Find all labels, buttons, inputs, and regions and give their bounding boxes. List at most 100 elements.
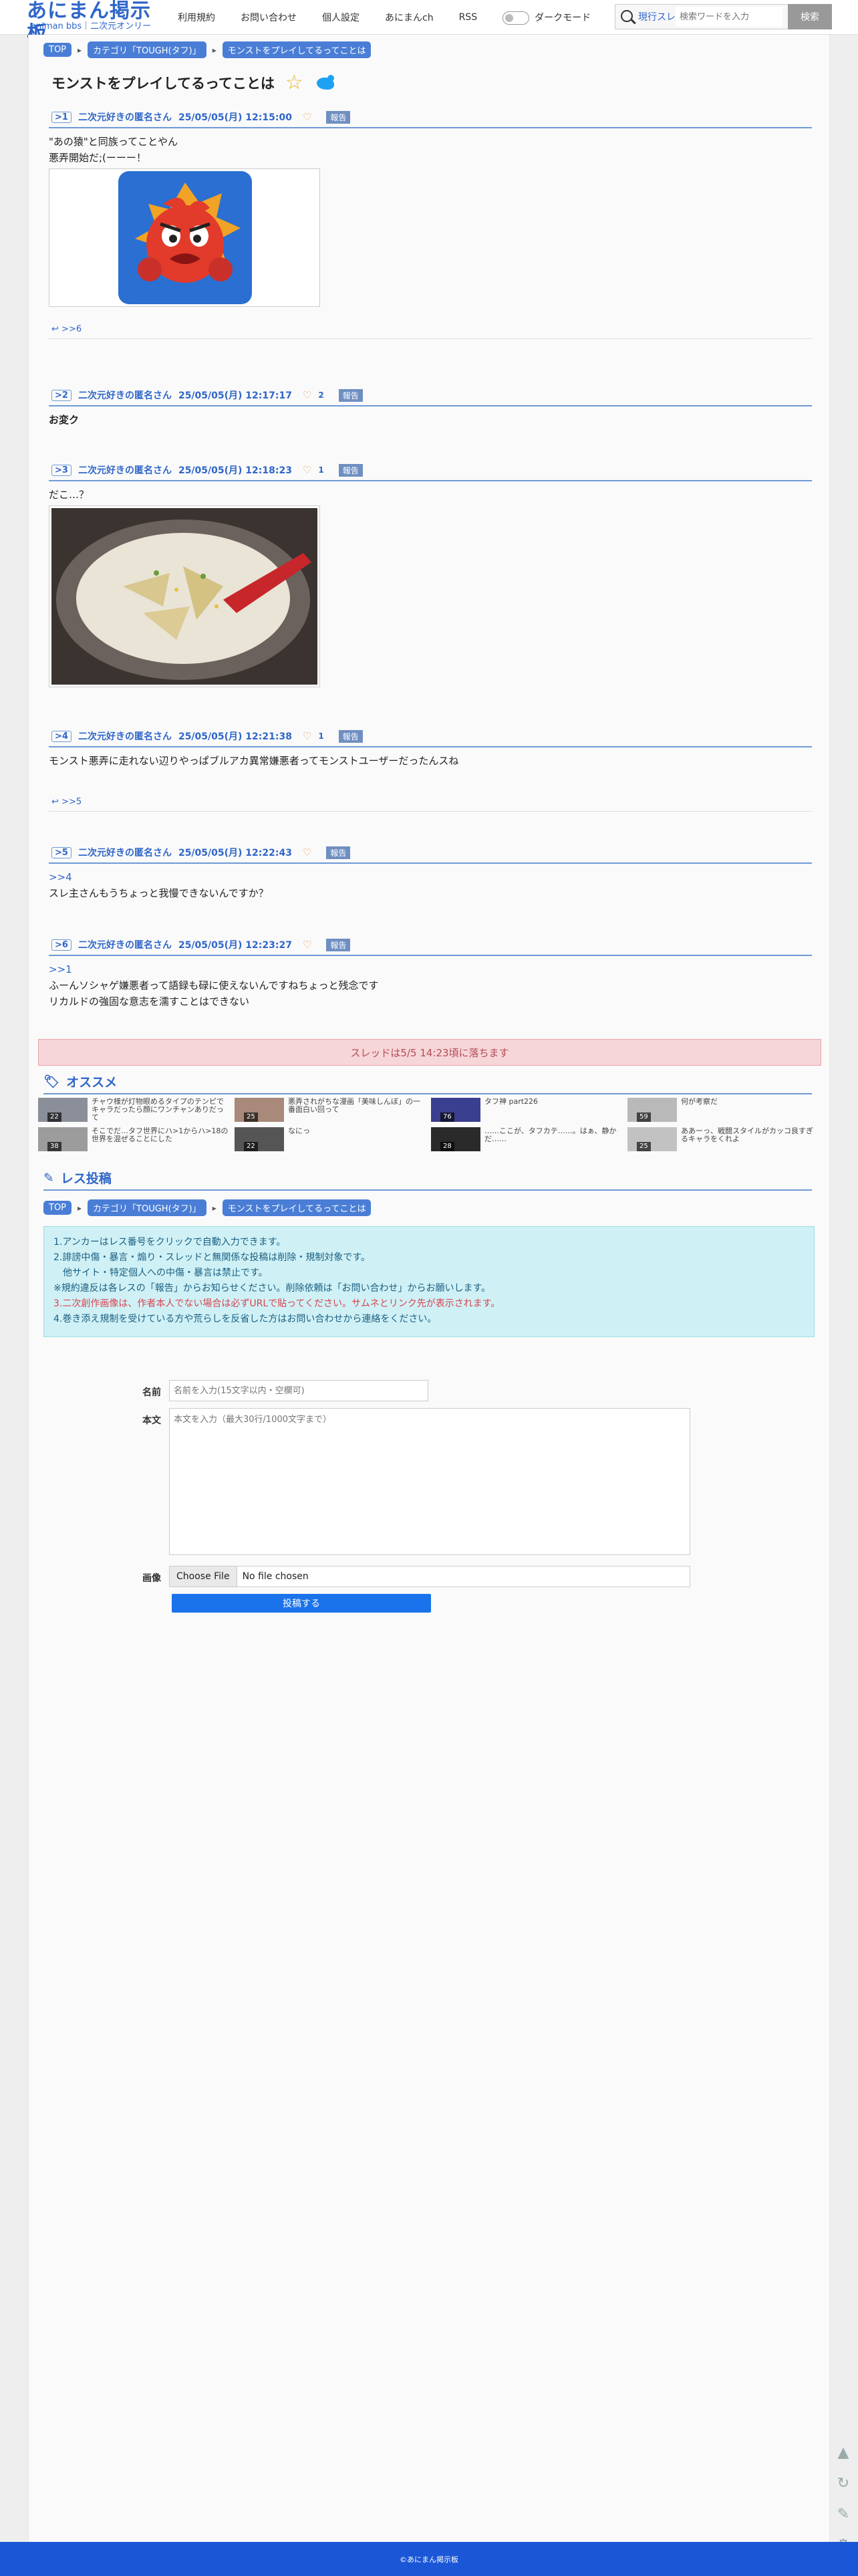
post-2: >2 二次元好きの匿名さん 25/05/05(月) 12:17:17 ♡ 2 報…	[49, 385, 812, 428]
post-date: 25/05/05(月) 12:17:17	[178, 390, 292, 401]
reply-anchor-link[interactable]: >>6	[61, 324, 82, 334]
reply-links: ↩ >>5	[49, 797, 812, 812]
recommend-item[interactable]: 22 チャウ様が灯物眼めるタイプのテンピでキャラだったら顔にワンチャンありだって	[38, 1098, 232, 1122]
rule-line: 3.二次創作画像は、作者本人でない場合は必ずURLで貼ってください。サムネとリン…	[53, 1298, 500, 1309]
search-button[interactable]: 検索	[788, 4, 832, 29]
image-file-input[interactable]: Choose File No file chosen	[169, 1566, 690, 1587]
report-button[interactable]: 報告	[326, 110, 351, 124]
comment-count: 22	[244, 1142, 258, 1151]
post-header: >1 二次元好きの匿名さん 25/05/05(月) 12:15:00 ♡ 報告	[49, 107, 812, 128]
post-body: "あの猿"と同族ってことやん 悪弄開始だ;(ーーー！	[49, 128, 812, 307]
breadcrumb-thread[interactable]: モンストをプレイしてるってことは	[222, 41, 372, 58]
reply-form-title: レス投稿	[60, 1171, 112, 1186]
recommend-item[interactable]: 28 ……ここが、タフカテ……。はぁ、静かだ……	[431, 1127, 625, 1151]
report-button[interactable]: 報告	[326, 938, 351, 951]
comment-count: 25	[244, 1113, 258, 1122]
like-heart-icon[interactable]: ♡	[303, 464, 311, 476]
scroll-top-icon[interactable]: ▲	[833, 2442, 854, 2463]
post-1: >1 二次元好きの匿名さん 25/05/05(月) 12:15:00 ♡ 報告 …	[49, 107, 812, 339]
like-heart-icon[interactable]: ♡	[303, 389, 311, 401]
search-icon	[615, 5, 638, 29]
dark-mode-label: ダークモード	[535, 12, 591, 23]
like-heart-icon[interactable]: ♡	[303, 111, 311, 123]
post-line: お変ク	[49, 414, 80, 426]
poster-name: 二次元好きの匿名さん	[78, 848, 172, 858]
report-button[interactable]: 報告	[338, 463, 363, 477]
nav-animanch[interactable]: あにまんch	[385, 11, 434, 24]
post-date: 25/05/05(月) 12:22:43	[178, 848, 292, 858]
poster-name: 二次元好きの匿名さん	[78, 112, 172, 123]
rule-line: 4.巻き添え規制を受けている方や荒らしを反省した方はお問い合わせから連絡をくださ…	[53, 1314, 437, 1324]
choose-file-button[interactable]: Choose File	[170, 1566, 237, 1587]
post-number[interactable]: >1	[51, 111, 72, 123]
search-input[interactable]	[676, 7, 782, 27]
like-count: 2	[318, 390, 324, 400]
reply-arrow-icon: ↩	[51, 797, 59, 807]
post-4: >4 二次元好きの匿名さん 25/05/05(月) 12:21:38 ♡ 1 報…	[49, 726, 812, 812]
like-heart-icon[interactable]: ♡	[303, 939, 311, 951]
nav-contact[interactable]: お問い合わせ	[241, 11, 297, 24]
body-textarea[interactable]	[169, 1408, 690, 1555]
report-button[interactable]: 報告	[338, 388, 363, 402]
site-logo[interactable]: あにまん掲示板 animan bbs｜二次元オンリー	[27, 0, 167, 45]
rule-line: 1.アンカーはレス番号をクリックで自動入力できます。	[53, 1237, 286, 1248]
nav-terms[interactable]: 利用規約	[178, 11, 215, 24]
recommend-text: タフ神 part226	[484, 1098, 539, 1106]
breadcrumb-top[interactable]: TOP	[43, 43, 72, 57]
post-number[interactable]: >5	[51, 846, 72, 858]
post-header: >3 二次元好きの匿名さん 25/05/05(月) 12:18:23 ♡ 1 報…	[49, 460, 812, 481]
toggle-switch[interactable]	[503, 11, 530, 25]
recommend-item[interactable]: 25 ああーっ、戦闘スタイルがカッコ良すぎるキャラをくれよ	[627, 1127, 821, 1151]
report-button[interactable]: 報告	[326, 846, 351, 859]
chevron-right-icon: ▸	[78, 1203, 82, 1213]
post-header: >2 二次元好きの匿名さん 25/05/05(月) 12:17:17 ♡ 2 報…	[49, 385, 812, 406]
name-input[interactable]	[169, 1380, 428, 1401]
breadcrumb-thread[interactable]: モンストをプレイしてるってことは	[222, 1199, 372, 1216]
post-line: モンスト悪弄に走れない辺りやっぱブルアカ異常嫌悪者ってモンストユーザーだったんス…	[49, 755, 459, 767]
post-number[interactable]: >6	[51, 939, 72, 951]
post-body: >>1 ふーんソシャゲ嫌悪者って語録も碌に使えないんですねちょっと残念です リカ…	[49, 956, 812, 1010]
reload-icon[interactable]: ↻	[833, 2472, 854, 2494]
page-title: モンストをプレイしてるってことは	[51, 75, 275, 92]
like-heart-icon[interactable]: ♡	[303, 730, 311, 742]
chevron-right-icon: ▸	[212, 45, 217, 55]
comment-count: 28	[440, 1142, 454, 1151]
recommend-item[interactable]: 76 タフ神 part226	[431, 1098, 625, 1122]
submit-button[interactable]: 投稿する	[172, 1594, 431, 1613]
post-image-food[interactable]	[49, 505, 320, 687]
breadcrumb-top[interactable]: TOP	[43, 1201, 72, 1215]
post-5: >5 二次元好きの匿名さん 25/05/05(月) 12:22:43 ♡ 報告 …	[49, 842, 812, 901]
like-count: 1	[318, 465, 324, 475]
post-line: ふーんソシャゲ嫌悪者って語録も碌に使えないんですねちょっと残念です	[49, 979, 379, 991]
name-label: 名前	[142, 1387, 161, 1398]
post-anchor-link[interactable]: >>4	[49, 869, 812, 885]
like-heart-icon[interactable]: ♡	[303, 846, 311, 858]
post-header: >5 二次元好きの匿名さん 25/05/05(月) 12:22:43 ♡ 報告	[49, 842, 812, 864]
post-anchor-link[interactable]: >>1	[49, 961, 812, 977]
post-body: だこ…？	[49, 481, 812, 687]
post-6: >6 二次元好きの匿名さん 25/05/05(月) 12:23:27 ♡ 報告 …	[49, 935, 812, 1010]
reply-links: ↩ >>6	[49, 324, 812, 339]
recommend-item[interactable]: 38 そこでだ…タフ世界にハ>1からハ>18の世界を混ぜることにした	[38, 1127, 232, 1151]
image-label: 画像	[142, 1573, 161, 1584]
comment-count: 59	[637, 1113, 651, 1122]
edit-icon[interactable]: ✎	[833, 2503, 854, 2525]
nav-rss[interactable]: RSS	[459, 12, 478, 23]
post-image-character[interactable]	[49, 168, 320, 307]
recommend-item[interactable]: 22 なにっ	[235, 1127, 428, 1151]
favorite-star-icon[interactable]: ☆	[285, 71, 303, 94]
post-number[interactable]: >4	[51, 730, 72, 742]
post-number[interactable]: >2	[51, 389, 72, 401]
recommend-item[interactable]: 25 悪弄されがちな漫画「美味しんぼ」の一番面白い回って	[235, 1098, 428, 1122]
twitter-share-icon[interactable]	[314, 74, 337, 92]
post-number[interactable]: >3	[51, 464, 72, 476]
nav-settings[interactable]: 個人設定	[322, 11, 360, 24]
search-mode[interactable]: 現行スレ	[638, 10, 676, 23]
reply-arrow-icon: ↩	[51, 324, 59, 334]
recommend-item[interactable]: 59 何が考察だ	[627, 1098, 821, 1122]
breadcrumb-category[interactable]: カテゴリ「TOUGH(タフ)」	[88, 41, 206, 58]
report-button[interactable]: 報告	[338, 729, 363, 743]
dark-mode-toggle[interactable]: ダークモード	[503, 11, 591, 25]
reply-anchor-link[interactable]: >>5	[61, 797, 82, 807]
breadcrumb-category[interactable]: カテゴリ「TOUGH(タフ)」	[88, 1199, 206, 1216]
